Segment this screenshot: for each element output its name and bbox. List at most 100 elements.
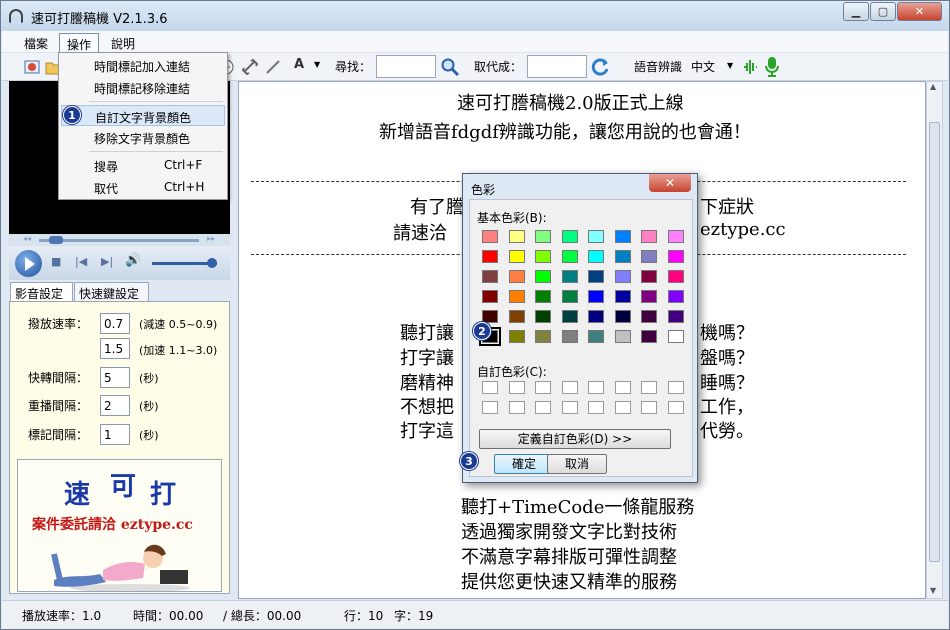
custom-color-swatch[interactable] [482, 381, 498, 394]
basic-color-swatch[interactable] [482, 250, 498, 263]
basic-color-swatch[interactable] [667, 310, 684, 323]
waveform-icon[interactable] [742, 58, 758, 76]
fast-forward-input[interactable]: 5 [100, 367, 130, 388]
custom-color-swatch[interactable] [667, 381, 684, 394]
basic-color-swatch[interactable] [482, 230, 498, 243]
custom-color-swatch[interactable] [508, 401, 525, 414]
basic-color-swatch[interactable] [641, 270, 657, 283]
language-select[interactable]: 中文 [691, 58, 715, 75]
seek-back-icon[interactable]: ◂◂ [23, 234, 31, 243]
custom-color-swatch[interactable] [561, 401, 578, 414]
basic-color-swatch[interactable] [614, 250, 631, 263]
custom-color-swatch[interactable] [482, 401, 498, 414]
basic-color-swatch[interactable] [482, 310, 498, 323]
play-icon[interactable] [15, 250, 42, 277]
menu-help[interactable]: 說明 [104, 33, 142, 52]
scroll-up-icon[interactable]: ▲ [930, 82, 936, 91]
replace-input[interactable] [527, 55, 587, 78]
tab-av-settings[interactable]: 影音設定 [10, 282, 73, 302]
basic-color-swatch[interactable] [588, 250, 604, 263]
minimize-button[interactable]: ▁ [843, 2, 869, 21]
basic-color-swatch[interactable] [508, 290, 525, 303]
link-icon[interactable] [241, 58, 259, 76]
refresh-icon[interactable] [591, 57, 611, 77]
basic-color-swatch[interactable] [667, 250, 684, 263]
search-icon[interactable] [440, 57, 460, 77]
font-color-dropdown-icon[interactable]: ▼ [314, 60, 320, 69]
custom-color-swatch[interactable] [614, 401, 631, 414]
microphone-icon[interactable] [764, 56, 780, 78]
basic-color-swatch[interactable] [641, 250, 657, 263]
scroll-thumb[interactable] [929, 122, 940, 562]
custom-color-swatch[interactable] [588, 381, 604, 394]
basic-color-swatch[interactable] [561, 250, 578, 263]
basic-color-swatch[interactable] [561, 290, 578, 303]
basic-color-swatch[interactable] [561, 270, 578, 283]
custom-color-swatch[interactable] [641, 381, 657, 394]
basic-color-swatch[interactable] [641, 310, 657, 323]
custom-color-swatch[interactable] [535, 401, 551, 414]
basic-color-swatch[interactable] [667, 230, 684, 243]
basic-color-swatch[interactable] [667, 290, 684, 303]
find-input[interactable] [376, 55, 436, 78]
basic-color-swatch[interactable] [508, 310, 525, 323]
volume-icon[interactable]: 🔊 [125, 253, 141, 268]
language-dropdown-icon[interactable]: ▼ [727, 61, 733, 70]
seek-bar[interactable]: ◂◂ ▸▸ [9, 234, 230, 246]
basic-color-swatch[interactable] [482, 270, 498, 283]
basic-color-swatch[interactable] [535, 290, 551, 303]
menu-operate[interactable]: 操作 [59, 33, 100, 52]
ok-button[interactable]: 確定 [494, 454, 554, 474]
basic-color-swatch[interactable] [588, 230, 604, 243]
basic-color-swatch[interactable] [588, 330, 604, 343]
basic-color-swatch[interactable] [614, 270, 631, 283]
color-dialog-close-button[interactable]: ✕ [649, 174, 691, 192]
custom-color-swatch[interactable] [535, 381, 551, 394]
menu-file[interactable]: 檔案 [17, 33, 55, 52]
basic-color-swatch[interactable] [614, 330, 631, 343]
scroll-down-icon[interactable]: ▼ [930, 586, 936, 595]
menu-item-remove-bg-color[interactable]: 移除文字背景顏色 [61, 127, 225, 148]
basic-color-swatch[interactable] [641, 330, 657, 343]
close-button[interactable]: ✕ [897, 2, 942, 21]
basic-color-swatch[interactable] [588, 270, 604, 283]
basic-color-swatch[interactable] [535, 230, 551, 243]
basic-color-swatch[interactable] [535, 310, 551, 323]
basic-color-swatch[interactable] [508, 270, 525, 283]
basic-color-swatch[interactable] [508, 230, 525, 243]
menu-item-custom-bg-color[interactable]: 自訂文字背景顏色 [61, 105, 225, 126]
mark-input[interactable]: 1 [100, 424, 130, 445]
menu-item-add-time-link[interactable]: 時間標記加入連結 [61, 55, 225, 76]
basic-color-swatch[interactable] [614, 310, 631, 323]
menu-item-search[interactable]: 搜尋 Ctrl+F [61, 155, 225, 176]
basic-color-swatch[interactable] [561, 330, 578, 343]
basic-color-swatch[interactable] [667, 270, 684, 283]
custom-color-swatch[interactable] [667, 401, 684, 414]
vertical-scrollbar[interactable]: ▲ ▼ [926, 81, 943, 599]
basic-color-swatch[interactable] [561, 310, 578, 323]
previous-icon[interactable]: |◀ [75, 255, 87, 268]
title-bar[interactable]: 速可打謄稿機 V2.1.3.6 ▁ ▢ ✕ [1, 1, 949, 31]
speed-slow-input[interactable]: 0.7 [100, 313, 130, 334]
define-custom-colors-button[interactable]: 定義自訂色彩(D) >> [479, 429, 671, 449]
basic-color-swatch[interactable] [508, 250, 525, 263]
next-icon[interactable]: ▶| [101, 255, 113, 268]
basic-color-swatch[interactable] [614, 230, 631, 243]
ad-banner[interactable]: 速 可 打 案件委託請洽 eztype.cc [17, 459, 222, 592]
basic-color-swatch[interactable] [667, 330, 684, 343]
basic-color-swatch[interactable] [508, 330, 525, 343]
tab-hotkey-settings[interactable]: 快速鍵設定 [74, 282, 149, 302]
open-media-icon[interactable] [23, 58, 41, 76]
seek-forward-icon[interactable]: ▸▸ [207, 234, 215, 243]
seek-thumb[interactable] [49, 236, 63, 244]
font-color-icon[interactable]: A [294, 57, 304, 72]
basic-color-swatch[interactable] [588, 310, 604, 323]
stop-icon[interactable]: ■ [51, 255, 61, 268]
replay-input[interactable]: 2 [100, 395, 130, 416]
maximize-button[interactable]: ▢ [870, 2, 896, 21]
seek-track[interactable] [39, 239, 199, 242]
custom-color-swatch[interactable] [508, 381, 525, 394]
basic-color-swatch[interactable] [641, 290, 657, 303]
custom-color-swatch[interactable] [641, 401, 657, 414]
basic-color-swatch[interactable] [641, 230, 657, 243]
